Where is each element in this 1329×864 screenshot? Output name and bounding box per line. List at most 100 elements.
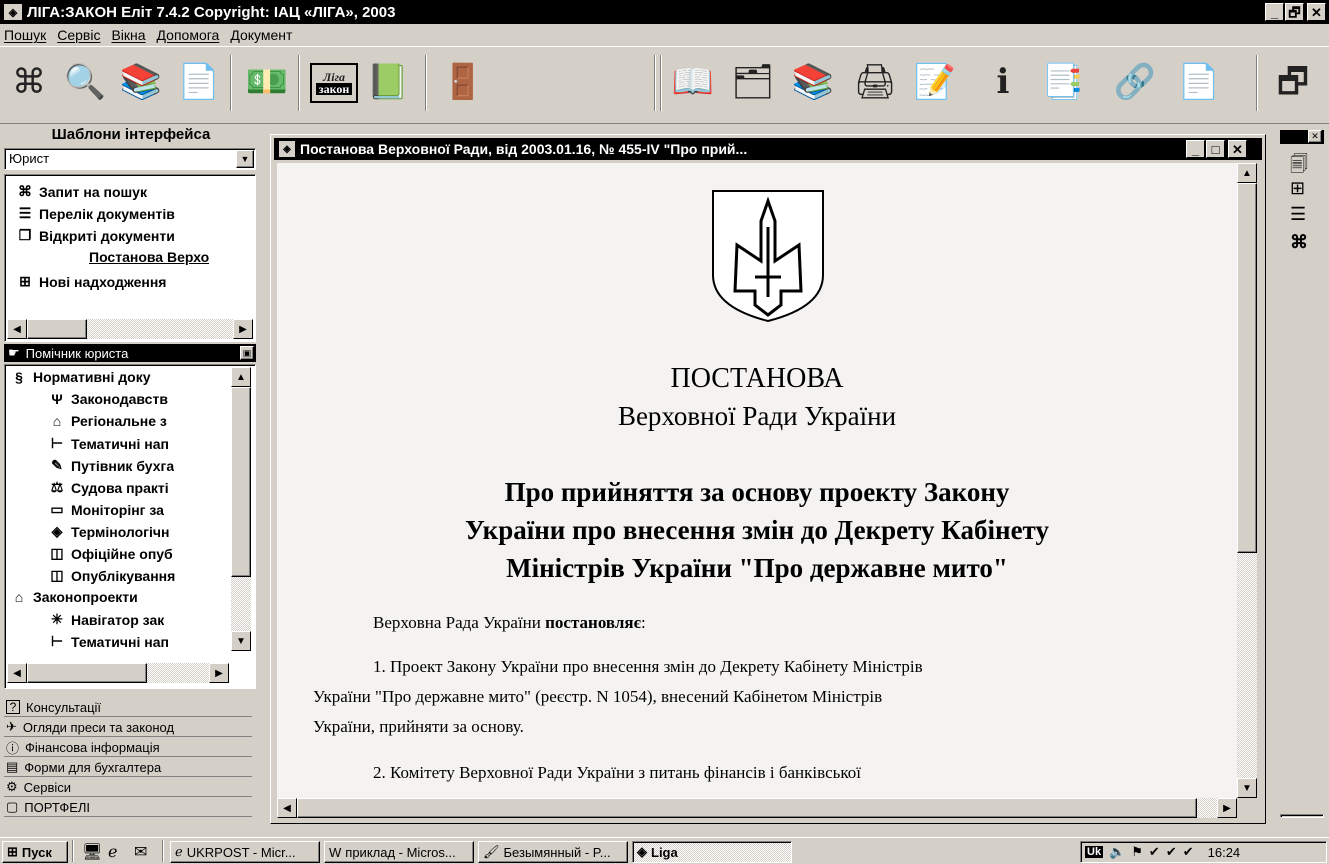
doc-close-button[interactable]: ✕ <box>1228 140 1247 158</box>
word-export-icon[interactable]: 📝 <box>912 59 958 105</box>
assistant-icon: ☛ <box>8 345 20 360</box>
tree-item-thematic-2[interactable]: ⊢ Тематичні нап <box>49 633 169 650</box>
tree-item-bills[interactable]: ⌂ Законопроекти <box>11 589 138 605</box>
scroll-left-button[interactable]: ◀ <box>277 798 297 818</box>
help-book-icon[interactable]: 📗 <box>365 59 411 105</box>
tree-item-court-practice[interactable]: ⚖ Судова практі <box>49 479 169 496</box>
tree-item-normative[interactable]: § Нормативні доку <box>11 369 150 385</box>
tree-item-current-doc[interactable]: Постанова Верхо <box>89 249 209 265</box>
document-binoculars-icon[interactable]: 🗂 <box>730 59 776 105</box>
start-button[interactable]: ⊞ Пуск <box>2 841 68 863</box>
tree-item-terminology[interactable]: ◈ Термінологічн <box>49 523 170 540</box>
scroll-right-button[interactable]: ▶ <box>209 663 229 683</box>
chevron-down-icon[interactable]: ▼ <box>236 150 254 168</box>
question-icon: ? <box>6 700 20 714</box>
tree-item-open-docs[interactable]: ❐ Відкриті документи <box>17 227 175 244</box>
tree-item-thematic[interactable]: ⊢ Тематичні нап <box>49 435 169 452</box>
task-paint[interactable]: 🖌 Безымянный - P... <box>478 841 628 863</box>
books-stack-icon[interactable]: 📚 <box>790 59 836 105</box>
task-word[interactable]: Wприклад - Micros... <box>324 841 474 863</box>
menu-help[interactable]: Допомога <box>157 27 220 43</box>
tree-item-publication[interactable]: ◫ Опублікування <box>49 567 175 584</box>
task-liga[interactable]: ◈ Liga <box>632 841 792 863</box>
new-document-icon[interactable]: 📄 <box>1176 59 1222 105</box>
maximize-button[interactable]: 🗗 <box>1285 3 1304 21</box>
side-binoculars-icon[interactable]: ⌘ <box>1290 232 1308 253</box>
nav-portfolios[interactable]: ▢ ПОРТФЕЛІ <box>4 798 252 817</box>
scroll-left-button[interactable]: ◀ <box>7 663 27 683</box>
task-ukrpost[interactable]: ℯ UKRPOST - Micr... <box>170 841 320 863</box>
windows-cascade-icon[interactable]: 🗗 <box>1270 59 1316 105</box>
scroll-right-button[interactable]: ▶ <box>233 319 253 339</box>
horizontal-scrollbar[interactable]: ◀ ▶ <box>7 663 229 683</box>
tree-item-new[interactable]: ⊞ Нові надходження <box>17 273 166 290</box>
document-vertical-scrollbar[interactable]: ▲ ▼ <box>1237 163 1257 798</box>
nav-accountant-forms[interactable]: ▤ Форми для бухгалтера <box>4 758 252 777</box>
tree-item-accountant-guide[interactable]: ✎ Путівник бухга <box>49 457 174 474</box>
template-select-value: Юрист <box>9 151 50 166</box>
scroll-thumb[interactable] <box>27 319 87 339</box>
scroll-down-button[interactable]: ▼ <box>1237 778 1257 798</box>
print-icon[interactable]: 🖨 <box>852 59 898 105</box>
menu-windows[interactable]: Вікна <box>111 27 145 43</box>
info-icon[interactable]: ℹ <box>980 59 1026 105</box>
tray-app3-icon[interactable]: ✔ <box>1183 844 1194 860</box>
menu-document[interactable]: Документ <box>230 27 292 43</box>
scroll-thumb[interactable] <box>1237 183 1257 553</box>
nav-consultations[interactable]: ? Консультації <box>4 698 252 717</box>
horizontal-scrollbar[interactable]: ◀ ▶ <box>7 319 253 339</box>
nav-services[interactable]: ⚙ Сервіси <box>4 778 252 797</box>
network-icon[interactable]: ⚑ <box>1131 844 1143 860</box>
assistant-header[interactable]: ☛ Помічник юриста ▣ <box>4 344 256 362</box>
scroll-up-button[interactable]: ▲ <box>231 367 251 387</box>
template-select[interactable]: Юрист ▼ <box>4 148 256 170</box>
doc-maximize-button[interactable]: □ <box>1206 140 1225 158</box>
menu-search[interactable]: Пошук <box>4 27 46 43</box>
minimize-button[interactable]: _ <box>1265 3 1284 21</box>
quicklaunch-outlook-icon[interactable]: ✉ <box>134 842 147 862</box>
money-icon[interactable]: 💵 <box>244 59 290 105</box>
scroll-thumb[interactable] <box>27 663 147 683</box>
tree-item-navigator[interactable]: ✳ Навігатор зак <box>49 611 164 628</box>
menu-service[interactable]: Сервіс <box>57 27 100 43</box>
tree-item-legislation[interactable]: Ψ Законодавств <box>49 391 168 407</box>
binoculars-icon[interactable]: ⌘ <box>6 59 52 105</box>
scroll-left-button[interactable]: ◀ <box>7 319 27 339</box>
glossary-book-icon[interactable]: 📖 <box>670 59 716 105</box>
collapse-icon[interactable]: ▣ <box>240 346 254 360</box>
doc-minimize-button[interactable]: _ <box>1186 140 1205 158</box>
vertical-scrollbar[interactable]: ▲ ▼ <box>231 367 251 651</box>
tree-item-monitoring[interactable]: ▭ Моніторінг за <box>49 501 164 518</box>
quicklaunch-ie-icon[interactable]: ℯ <box>108 842 117 862</box>
scroll-thumb[interactable] <box>231 387 251 577</box>
side-list-icon[interactable]: ☰ <box>1290 204 1306 225</box>
document-stack-icon[interactable]: 📑 <box>1040 59 1086 105</box>
tree-item-doc-list[interactable]: ☰ Перелік документів <box>17 205 175 222</box>
close-button[interactable]: ✕ <box>1307 3 1326 21</box>
document-horizontal-scrollbar[interactable]: ◀ ▶ <box>277 798 1237 818</box>
document-idea-icon[interactable]: 📄 <box>176 59 222 105</box>
scroll-up-button[interactable]: ▲ <box>1237 163 1257 183</box>
volume-icon[interactable]: 🔈 <box>1109 844 1125 860</box>
tray-app-icon[interactable]: ✔ <box>1149 844 1160 860</box>
nav-financial-info[interactable]: ⓘ Фінансова інформація <box>4 738 252 757</box>
nav-press-reviews[interactable]: ✈ Огляди преси та законод <box>4 718 252 737</box>
links-icon[interactable]: 🔗 <box>1112 59 1158 105</box>
search-magnifier-icon[interactable]: 🔍 <box>62 59 108 105</box>
scroll-thumb[interactable] <box>297 798 1197 818</box>
language-indicator[interactable]: Uk <box>1085 846 1104 858</box>
document-content[interactable]: ПОСТАНОВА Верховної Ради України Про при… <box>277 163 1237 798</box>
tree-item-regional[interactable]: ⌂ Регіональне з <box>49 413 167 429</box>
side-new-docs-icon[interactable]: ⊞ <box>1290 178 1305 199</box>
tree-item-official-pub[interactable]: ◫ Офіційне опуб <box>49 545 172 562</box>
tree-item-search[interactable]: ⌘ Запит на пошук <box>17 183 147 200</box>
side-bar-close-icon[interactable]: ✕ <box>1308 130 1322 143</box>
toolbar-separator <box>654 55 656 111</box>
tray-app2-icon[interactable]: ✔ <box>1166 844 1177 860</box>
liga-logo-button[interactable]: Ліга закон <box>310 63 358 103</box>
quicklaunch-desktop-icon[interactable]: 🖥 <box>82 842 102 862</box>
scroll-right-button[interactable]: ▶ <box>1217 798 1237 818</box>
exit-door-icon[interactable]: 🚪 <box>440 59 486 105</box>
scroll-down-button[interactable]: ▼ <box>231 631 251 651</box>
books-icon[interactable]: 📚 <box>118 59 164 105</box>
